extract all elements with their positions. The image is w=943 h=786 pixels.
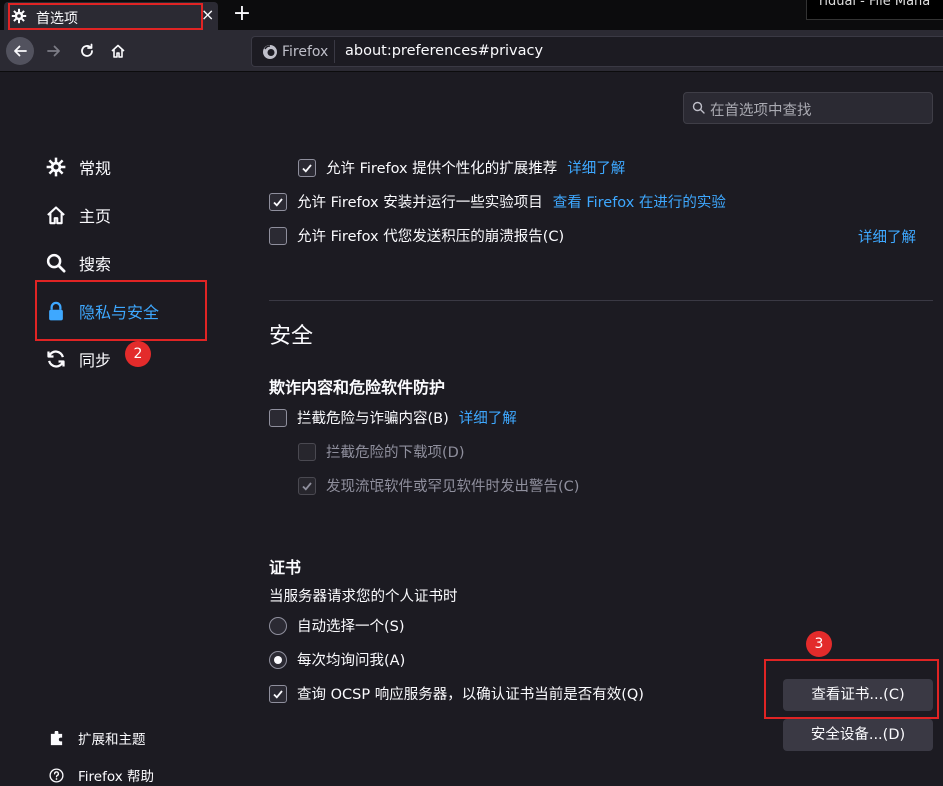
warn-unwanted-label: 发现流氓软件或罕见软件时发出警告(C) [326, 479, 580, 495]
home-icon [45, 204, 67, 226]
crash-reports-row: 允许 Firefox 代您发送积压的崩溃报告(C) [269, 225, 564, 246]
help-icon [48, 767, 64, 783]
studies-row: 允许 Firefox 安装并运行一些实验项目 查看 Firefox 在进行的实验 [269, 191, 726, 212]
url-bar[interactable]: Firefox about:preferences#privacy [251, 36, 943, 67]
forward-button[interactable] [40, 37, 68, 65]
sidebar-item-general[interactable]: 常规 [45, 153, 111, 181]
home-button[interactable] [104, 37, 132, 65]
studies-label: 允许 Firefox 安装并运行一些实验项目 [297, 195, 543, 211]
sidebar-item-label: 搜索 [79, 255, 112, 274]
block-dangerous-learn-more-link[interactable]: 详细了解 [459, 407, 517, 428]
url-text[interactable]: about:preferences#privacy [345, 43, 543, 59]
checkmark-icon [273, 689, 283, 699]
checkmark-icon [302, 481, 312, 491]
search-placeholder: 在首选项中查找 [710, 103, 812, 119]
section-divider [269, 300, 933, 301]
block-downloads-row: 拦截危险的下载项(D) [298, 441, 464, 462]
navigation-bar: Firefox about:preferences#privacy [0, 30, 943, 72]
ext-recommendations-learn-more-link[interactable]: 详细了解 [567, 157, 625, 178]
sidebar-item-label: 主页 [79, 207, 112, 226]
sidebar-item-home[interactable]: 主页 [45, 201, 111, 229]
firefox-icon [263, 44, 277, 59]
identity-box[interactable]: Firefox [258, 40, 336, 63]
sidebar-item-search[interactable]: 搜索 [45, 249, 111, 277]
identity-label: Firefox [282, 43, 329, 60]
sidebar-item-label: 常规 [79, 159, 112, 178]
sidebar-item-label: 同步 [79, 351, 112, 370]
back-button[interactable] [6, 37, 34, 65]
ext-recommendations-label: 允许 Firefox 提供个性化的扩展推荐 [326, 161, 558, 177]
crash-reports-label: 允许 Firefox 代您发送积压的崩溃报告(C) [297, 229, 565, 245]
crash-reports-learn-more-link[interactable]: 详细了解 [858, 226, 916, 247]
footer-label: 扩展和主题 [78, 732, 146, 748]
checkmark-icon [273, 197, 283, 207]
block-dangerous-label: 拦截危险与诈骗内容(B) [297, 411, 449, 427]
phishing-protection-heading: 欺诈内容和危险软件防护 [269, 378, 446, 397]
tab-highlight-box [8, 3, 203, 30]
annotation-badge-3: 3 [806, 631, 832, 657]
ask-every-time-row: 每次均询问我(A) [269, 649, 405, 670]
ocsp-checkbox[interactable] [269, 684, 287, 703]
ext-recommendations-checkbox[interactable] [298, 158, 316, 177]
sidebar-footer-addons[interactable]: 扩展和主题 [48, 728, 146, 748]
reload-button[interactable] [73, 37, 101, 65]
sidebar-highlight-box [35, 280, 207, 341]
block-downloads-label: 拦截危险的下载项(D) [326, 445, 465, 461]
puzzle-icon [48, 730, 64, 746]
ext-recommendations-row: 允许 Firefox 提供个性化的扩展推荐 详细了解 [298, 157, 625, 178]
view-studies-link[interactable]: 查看 Firefox 在进行的实验 [553, 191, 726, 212]
studies-checkbox[interactable] [269, 192, 287, 211]
crash-reports-checkbox[interactable] [269, 226, 287, 245]
close-tab-icon[interactable]: × [201, 6, 214, 24]
checkmark-icon [302, 163, 312, 173]
home-icon [111, 44, 125, 58]
ask-every-time-label: 每次均询问我(A) [297, 653, 406, 669]
background-window[interactable]: ridual - File Mana [806, 0, 943, 20]
security-devices-button[interactable]: 安全设备...(D) [783, 719, 933, 751]
annotation-badge-2: 2 [125, 341, 151, 367]
ask-every-time-radio[interactable] [269, 650, 287, 669]
auto-select-label: 自动选择一个(S) [297, 619, 405, 635]
sidebar-item-sync[interactable]: 同步 [45, 345, 111, 373]
warn-unwanted-checkbox[interactable] [298, 476, 316, 495]
warn-unwanted-row: 发现流氓软件或罕见软件时发出警告(C) [298, 475, 579, 496]
reload-icon [81, 43, 93, 57]
back-arrow-icon [14, 45, 27, 57]
forward-arrow-icon [47, 45, 60, 57]
search-icon [692, 101, 705, 114]
ocsp-label: 查询 OCSP 响应服务器，以确认证书当前是否有效(Q) [297, 687, 644, 703]
certificates-heading: 证书 [269, 558, 302, 577]
block-dangerous-row: 拦截危险与诈骗内容(B) 详细了解 [269, 407, 517, 428]
ocsp-row: 查询 OCSP 响应服务器，以确认证书当前是否有效(Q) [269, 683, 644, 704]
search-input[interactable]: 在首选项中查找 [683, 92, 933, 124]
certificates-description: 当服务器请求您的个人证书时 [269, 589, 458, 605]
button-highlight-box [764, 659, 939, 719]
gear-icon [45, 156, 67, 178]
auto-select-row: 自动选择一个(S) [269, 615, 405, 636]
security-heading: 安全 [269, 324, 314, 349]
footer-label: Firefox 帮助 [78, 769, 154, 785]
auto-select-radio[interactable] [269, 616, 287, 635]
block-dangerous-checkbox[interactable] [269, 408, 287, 427]
background-window-title: ridual - File Mana [819, 0, 931, 9]
block-downloads-checkbox[interactable] [298, 442, 316, 461]
sync-icon [45, 348, 67, 370]
search-icon [45, 252, 67, 274]
new-tab-button[interactable]: + [230, 2, 254, 28]
sidebar-footer-help[interactable]: Firefox 帮助 [48, 765, 154, 785]
